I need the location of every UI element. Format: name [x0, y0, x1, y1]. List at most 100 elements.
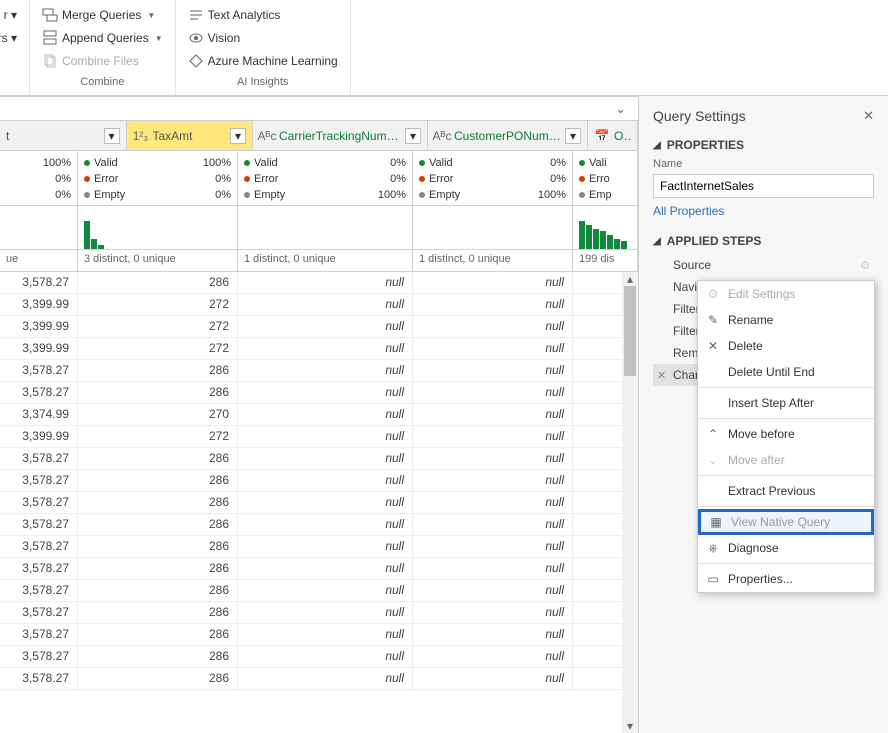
down-chevron-icon: ⌄: [705, 453, 721, 467]
table-row[interactable]: 3,578.27 286 null null: [0, 382, 638, 404]
cell: null: [413, 360, 573, 381]
ai-group-label: AI Insights: [184, 72, 342, 90]
azure-ml-button[interactable]: Azure Machine Learning: [184, 50, 342, 72]
column-header-carrier[interactable]: Aᴮᴄ CarrierTrackingNumber ▾: [253, 121, 428, 150]
vertical-scrollbar[interactable]: ▴ ▾: [622, 272, 638, 733]
cell: 3,578.27: [0, 514, 78, 535]
name-label: Name: [653, 158, 874, 170]
column-header-customer[interactable]: Aᴮᴄ CustomerPONumber ▾: [428, 121, 588, 150]
cell: 3,578.27: [0, 382, 78, 403]
cell: null: [238, 426, 413, 447]
cell: null: [413, 448, 573, 469]
table-row[interactable]: 3,578.27 286 null null: [0, 536, 638, 558]
cell: null: [413, 382, 573, 403]
combine-files-icon: [42, 53, 58, 69]
empty-dot-icon: [84, 192, 90, 198]
ribbon-group-ai: Text Analytics Vision Azure Machine Lear…: [176, 0, 351, 95]
cell: null: [413, 426, 573, 447]
ctx-move-after[interactable]: ⌄Move after: [698, 447, 874, 473]
table-row[interactable]: 3,578.27 286 null null: [0, 514, 638, 536]
table-row[interactable]: 3,578.27 286 null null: [0, 558, 638, 580]
merge-queries-button[interactable]: Merge Queries ▼: [38, 4, 167, 26]
query-name-input[interactable]: [653, 174, 874, 198]
quality-cell-1: Valid100% Error0% Empty0%: [78, 151, 238, 205]
cell: null: [238, 668, 413, 689]
column-header-taxamt[interactable]: 1²₃ TaxAmt ▾: [127, 121, 254, 150]
column-header-0[interactable]: t ▾: [0, 121, 127, 150]
scroll-thumb[interactable]: [624, 286, 636, 376]
cell: 272: [78, 294, 238, 315]
table-row[interactable]: 3,578.27 286 null null: [0, 602, 638, 624]
ctx-rename[interactable]: ✎Rename: [698, 307, 874, 333]
filter-button[interactable]: ▾: [104, 128, 120, 144]
table-row[interactable]: 3,578.27 286 null null: [0, 272, 638, 294]
filter-button[interactable]: ▾: [565, 128, 581, 144]
cell: 3,578.27: [0, 448, 78, 469]
cell: null: [413, 272, 573, 293]
combine-files-button[interactable]: Combine Files: [38, 50, 167, 72]
ctx-properties[interactable]: ▭Properties...: [698, 566, 874, 592]
scroll-down-icon[interactable]: ▾: [622, 719, 638, 733]
applied-steps-header[interactable]: ◢APPLIED STEPS: [653, 234, 874, 248]
cell: null: [238, 272, 413, 293]
ctx-delete[interactable]: ✕Delete: [698, 333, 874, 359]
append-label: Append Queries: [62, 31, 149, 45]
expand-chevron-icon[interactable]: ⌄: [615, 101, 626, 117]
properties-header[interactable]: ◢PROPERTIES: [653, 138, 874, 152]
ctx-delete-until-end[interactable]: Delete Until End: [698, 359, 874, 385]
table-row[interactable]: 3,578.27 286 null null: [0, 492, 638, 514]
close-panel-icon[interactable]: ✕: [863, 108, 874, 124]
table-row[interactable]: 3,399.99 272 null null: [0, 316, 638, 338]
delete-step-icon[interactable]: ✕: [657, 369, 666, 382]
dropdown-arrow-icon: ▼: [155, 34, 163, 43]
cell: 270: [78, 404, 238, 425]
table-row[interactable]: 3,399.99 272 null null: [0, 294, 638, 316]
ctx-extract-previous[interactable]: Extract Previous: [698, 478, 874, 504]
cell: null: [238, 470, 413, 491]
ctx-view-native-query[interactable]: ▦View Native Query: [698, 509, 874, 535]
cell: 272: [78, 316, 238, 337]
gear-icon[interactable]: ⚙: [860, 259, 870, 272]
filter-button[interactable]: ▾: [405, 128, 421, 144]
distinct-0: ue: [0, 250, 78, 271]
cell: 3,578.27: [0, 492, 78, 513]
column-header-ord[interactable]: 📅 Ord: [588, 121, 638, 150]
cell: null: [238, 448, 413, 469]
formula-bar-collapsed: ⌄: [0, 96, 638, 121]
table-row[interactable]: 3,578.27 286 null null: [0, 624, 638, 646]
table-row[interactable]: 3,578.27 286 null null: [0, 580, 638, 602]
cell: null: [413, 536, 573, 557]
filter-button[interactable]: ▾: [230, 128, 246, 144]
scroll-up-icon[interactable]: ▴: [622, 272, 638, 286]
table-row[interactable]: 3,578.27 286 null null: [0, 668, 638, 690]
cell: null: [413, 316, 573, 337]
spark-cell-2: [238, 206, 413, 249]
text-analytics-button[interactable]: Text Analytics: [184, 4, 342, 26]
text-type-icon: Aᴮᴄ: [434, 128, 450, 144]
vision-button[interactable]: Vision: [184, 27, 342, 49]
ctx-edit-settings[interactable]: ⚙Edit Settings: [698, 281, 874, 307]
ctx-insert-step-after[interactable]: Insert Step After: [698, 390, 874, 416]
all-properties-link[interactable]: All Properties: [653, 204, 874, 218]
table-row[interactable]: 3,374.99 270 null null: [0, 404, 638, 426]
cell: 3,578.27: [0, 536, 78, 557]
table-row[interactable]: 3,578.27 286 null null: [0, 470, 638, 492]
ribbon-trunc-1[interactable]: r ▾: [8, 4, 21, 26]
table-row[interactable]: 3,399.99 272 null null: [0, 426, 638, 448]
ctx-move-before[interactable]: ⌃Move before: [698, 421, 874, 447]
ribbon-trunc-2[interactable]: ders ▾: [8, 27, 21, 49]
combine-files-label: Combine Files: [62, 54, 139, 68]
table-row[interactable]: 3,578.27 286 null null: [0, 360, 638, 382]
table-row[interactable]: 3,578.27 286 null null: [0, 646, 638, 668]
cell: 286: [78, 272, 238, 293]
table-row[interactable]: 3,578.27 286 null null: [0, 448, 638, 470]
ctx-diagnose[interactable]: ⎈Diagnose: [698, 535, 874, 561]
properties-icon: ▭: [705, 572, 721, 586]
merge-icon: [42, 7, 58, 23]
table-row[interactable]: 3,399.99 272 null null: [0, 338, 638, 360]
append-queries-button[interactable]: Append Queries ▼: [38, 27, 167, 49]
number-type-icon: 1²₃: [133, 128, 149, 144]
cell: 286: [78, 470, 238, 491]
separator: [698, 418, 874, 419]
applied-step[interactable]: Source⚙: [653, 254, 874, 276]
